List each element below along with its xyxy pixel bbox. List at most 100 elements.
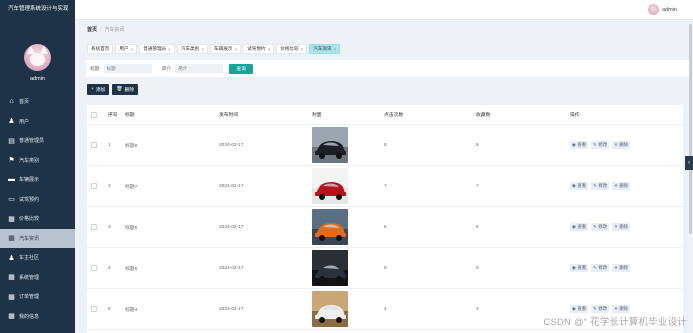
eye-icon: ◉ bbox=[572, 265, 576, 270]
edit-label: 修改 bbox=[598, 265, 608, 270]
close-icon[interactable]: × bbox=[168, 47, 171, 52]
close-icon[interactable]: × bbox=[234, 47, 237, 52]
sidebar-item-label: 价格比较 bbox=[19, 216, 40, 223]
row-checkbox[interactable] bbox=[91, 265, 97, 271]
row-checkbox[interactable] bbox=[91, 142, 97, 148]
breadcrumb-home[interactable]: 首页 bbox=[87, 26, 97, 33]
add-button[interactable]: + 添加 bbox=[87, 84, 110, 95]
breadcrumb: 首页 / 汽车资讯 bbox=[87, 26, 124, 34]
tab-label: 用户 bbox=[119, 46, 129, 51]
view-button[interactable]: ◉ 查看 bbox=[570, 264, 589, 272]
sidebar-item-11[interactable]: ▦ 我的信息 bbox=[0, 307, 75, 327]
user-menu[interactable]: admin bbox=[648, 4, 677, 15]
edit-label: 修改 bbox=[598, 306, 608, 311]
sidebar-item-7[interactable]: ▦ 汽车资讯 bbox=[0, 228, 75, 248]
row-checkbox[interactable] bbox=[91, 224, 97, 230]
eye-icon: ◉ bbox=[572, 306, 576, 311]
sidebar-item-4[interactable]: ▬ 车辆展示 bbox=[0, 170, 75, 190]
collapse-panel-toggle[interactable]: ‹ bbox=[685, 156, 693, 170]
tab-7[interactable]: 汽车资讯 × bbox=[309, 44, 341, 54]
close-icon[interactable]: × bbox=[201, 47, 204, 52]
sidebar-item-label: 车主社区 bbox=[19, 255, 40, 262]
row-checkbox[interactable] bbox=[91, 306, 97, 312]
edit-button[interactable]: ✎ 修改 bbox=[591, 223, 610, 231]
delete-row-button[interactable]: ✕ 删除 bbox=[612, 141, 631, 149]
view-button[interactable]: ◉ 查看 bbox=[570, 141, 589, 149]
close-icon[interactable]: × bbox=[268, 47, 271, 52]
select-all-checkbox[interactable] bbox=[91, 111, 97, 118]
delete-row-button[interactable]: ✕ 删除 bbox=[612, 223, 631, 231]
tab-label: 价格比较 bbox=[280, 46, 299, 51]
sidebar-item-6[interactable]: ▦ 价格比较 bbox=[0, 209, 75, 229]
tab-0[interactable]: 系统首页 bbox=[87, 44, 114, 54]
cover-image[interactable] bbox=[312, 291, 348, 327]
row-no: 4 bbox=[108, 265, 111, 271]
tab-2[interactable]: 普通管理员 × bbox=[139, 44, 175, 54]
avatar[interactable] bbox=[24, 44, 51, 71]
title-filter-input[interactable] bbox=[103, 64, 152, 73]
tab-1[interactable]: 用户 × bbox=[115, 44, 138, 54]
delete-label: 删除 bbox=[619, 142, 629, 147]
sidebar-item-label: 系统管理 bbox=[19, 274, 40, 281]
edit-button[interactable]: ✎ 修改 bbox=[591, 264, 610, 272]
cover-image[interactable] bbox=[312, 168, 348, 204]
delete-button[interactable]: 🗑 删除 bbox=[112, 84, 139, 95]
sidebar-item-8[interactable]: ♟ 车主社区 bbox=[0, 248, 75, 268]
delete-row-button[interactable]: ✕ 删除 bbox=[612, 305, 631, 313]
close-icon[interactable]: × bbox=[334, 47, 337, 52]
cover-image[interactable] bbox=[312, 209, 348, 245]
edit-button[interactable]: ✎ 修改 bbox=[591, 141, 610, 149]
row-actions: ◉ 查看 ✎ 修改 ✕ 删除 bbox=[570, 182, 633, 190]
row-checkbox[interactable] bbox=[91, 183, 97, 189]
scrollbar-thumb[interactable] bbox=[689, 24, 692, 234]
top-bar: admin bbox=[75, 0, 693, 20]
sidebar-item-5[interactable]: ▭ 试驾预约 bbox=[0, 190, 75, 210]
table-row: 4 标题5 2024-02-17 5 5 ◉ 查看 ✎ 修改 ✕ 删除 bbox=[87, 248, 683, 289]
sidebar-item-9[interactable]: ▦ 系统管理 bbox=[0, 268, 75, 288]
sidebar-username: admin bbox=[30, 76, 45, 82]
view-label: 查看 bbox=[577, 224, 587, 229]
cover-image[interactable] bbox=[312, 250, 348, 286]
sidebar-item-label: 普通管理员 bbox=[19, 138, 45, 145]
toolbar: + 添加 🗑 删除 bbox=[87, 84, 141, 95]
view-button[interactable]: ◉ 查看 bbox=[570, 182, 589, 190]
edit-button[interactable]: ✎ 修改 bbox=[591, 182, 610, 190]
row-favs: 7 bbox=[476, 183, 479, 189]
sidebar-item-10[interactable]: ▦ 订单管理 bbox=[0, 287, 75, 307]
search-button[interactable]: 查询 bbox=[229, 63, 254, 74]
sidebar-item-label: 汽车资讯 bbox=[19, 235, 40, 242]
close-icon: ✕ bbox=[614, 224, 618, 229]
sidebar-item-2[interactable]: ▤ 普通管理员 bbox=[0, 131, 75, 151]
edit-button[interactable]: ✎ 修改 bbox=[591, 305, 610, 313]
cover-image[interactable] bbox=[312, 127, 348, 163]
tab-4[interactable]: 车辆展示 × bbox=[210, 44, 242, 54]
tab-label: 试驾预约 bbox=[247, 46, 266, 51]
row-date: 2024-02-17 bbox=[219, 224, 244, 230]
sidebar-item-1[interactable]: ♟ 用户 bbox=[0, 112, 75, 132]
row-date: 2024-02-17 bbox=[219, 142, 244, 148]
row-no: 5 bbox=[108, 306, 111, 312]
sidebar-item-label: 用户 bbox=[19, 118, 30, 125]
summary-filter-input[interactable] bbox=[175, 64, 224, 73]
sidebar-item-0[interactable]: ⌂ 首页 bbox=[0, 92, 75, 112]
tab-6[interactable]: 价格比较 × bbox=[276, 44, 308, 54]
close-icon[interactable]: × bbox=[301, 47, 304, 52]
tab-label: 普通管理员 bbox=[143, 46, 167, 51]
tab-5[interactable]: 试驾预约 × bbox=[243, 44, 275, 54]
user-icon: ♟ bbox=[8, 254, 15, 262]
delete-label: 删除 bbox=[619, 183, 629, 188]
row-clicks: 4 bbox=[384, 306, 387, 312]
tab-3[interactable]: 汽车类别 × bbox=[176, 44, 209, 54]
delete-row-button[interactable]: ✕ 删除 bbox=[612, 264, 631, 272]
sidebar-item-3[interactable]: ⚑ 汽车类别 bbox=[0, 151, 75, 171]
table-row: 1 标题8 2024-02-17 8 8 ◉ 查看 ✎ 修改 ✕ 删除 bbox=[87, 125, 683, 166]
row-actions: ◉ 查看 ✎ 修改 ✕ 删除 bbox=[570, 141, 633, 149]
edit-icon: ✎ bbox=[593, 265, 597, 270]
row-favs: 6 bbox=[476, 224, 479, 230]
close-icon[interactable]: × bbox=[131, 47, 134, 52]
view-button[interactable]: ◉ 查看 bbox=[570, 223, 589, 231]
delete-row-button[interactable]: ✕ 删除 bbox=[612, 182, 631, 190]
view-button[interactable]: ◉ 查看 bbox=[570, 305, 589, 313]
header-favs: 收藏数 bbox=[476, 113, 491, 118]
row-clicks: 5 bbox=[384, 265, 387, 271]
